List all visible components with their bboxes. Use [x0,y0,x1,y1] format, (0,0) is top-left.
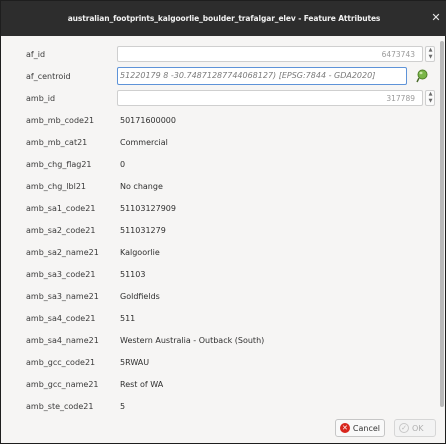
field-label: af_id [26,49,46,59]
field-label: amb_mb_code21 [26,115,95,125]
field-label: amb_gcc_code21 [26,357,96,367]
form-row: amb_sa3_code21 51103 [23,264,439,284]
field-label: amb_sa4_name21 [26,335,99,345]
form-row: amb_sa2_code21 511031279 [23,220,439,240]
field-value: 317789 [386,94,415,103]
af-id-spinbox[interactable]: ▲ ▼ [425,46,435,62]
form-row: amb_mb_cat21 Commercial [23,132,439,152]
field-label: amb_sa3_code21 [26,269,96,279]
close-icon[interactable]: ✕ [431,12,441,23]
af-centroid-input[interactable]: 51220179 8 -30.74871287744068127) [EPSG:… [117,67,407,85]
ok-button[interactable]: ✓ OK [394,419,436,437]
dialog-button-bar: ✕ Cancel ✓ OK [1,415,446,444]
field-label: amb_sa4_code21 [26,313,96,323]
title-bar[interactable]: australian_footprints_kalgoorlie_boulder… [1,1,446,36]
field-value[interactable]: Western Australia - Outback (South) [120,336,264,345]
amb-id-input[interactable]: 317789 [117,90,423,106]
spin-up-icon[interactable]: ▲ [427,47,434,54]
form-row: amb_chg_lbl21 No change [23,176,439,196]
field-label: amb_sa1_code21 [26,203,96,213]
form-row: amb_mb_code21 50171600000 [23,110,439,130]
field-value[interactable]: Commercial [120,138,168,147]
form-row-af-id: af_id 6473743 ▲ ▼ [23,44,439,64]
form-row: amb_sa4_name21 Western Australia - Outba… [23,330,439,350]
scrollbar-thumb[interactable] [440,41,444,407]
field-value: 51220179 8 -30.74871287744068127) [EPSG:… [120,71,376,80]
form-row-af-centroid: af_centroid 51220179 8 -30.7487128774406… [23,66,439,86]
form-row: amb_gcc_code21 5RWAU [23,352,439,372]
field-label: amb_chg_lbl21 [26,181,87,191]
spin-down-icon[interactable]: ▼ [427,54,434,61]
form-row: amb_ste_code21 5 [23,396,439,416]
field-label: amb_gcc_name21 [26,379,99,389]
cancel-button[interactable]: ✕ Cancel [335,419,385,437]
field-value[interactable]: 5 [120,402,125,411]
field-value[interactable]: 51103 [120,270,145,279]
spin-up-icon[interactable]: ▲ [427,91,434,98]
cancel-button-label: Cancel [352,423,380,433]
form-row: amb_sa4_code21 511 [23,308,439,328]
feature-attributes-dialog: australian_footprints_kalgoorlie_boulder… [0,0,446,444]
field-value[interactable]: Rest of WA [120,380,163,389]
form-row: amb_sa1_code21 51103127909 [23,198,439,218]
window-title: australian_footprints_kalgoorlie_boulder… [67,14,381,23]
attribute-form: af_id 6473743 ▲ ▼ af_centroid 51220179 8… [23,41,439,413]
field-label: amb_sa2_name21 [26,247,99,257]
geometry-picker-icon[interactable] [414,68,428,84]
field-label: amb_sa3_name21 [26,291,99,301]
field-label: amb_chg_flag21 [26,159,92,169]
field-value: 6473743 [381,50,415,59]
field-label: amb_sa2_code21 [26,225,96,235]
form-row: amb_sa3_name21 Goldfields [23,286,439,306]
field-value[interactable]: 51103127909 [120,204,176,213]
cancel-icon: ✕ [340,423,350,433]
form-row: amb_sa2_name21 Kalgoorlie [23,242,439,262]
ok-button-label: OK [412,423,424,433]
field-value[interactable]: 50171600000 [120,116,176,125]
field-label: amb_ste_code21 [26,401,94,411]
field-value[interactable]: 0 [120,160,125,169]
field-value[interactable]: 511031279 [120,226,166,235]
form-row: amb_gcc_name21 Rest of WA [23,374,439,394]
field-label: af_centroid [26,71,71,81]
field-label: amb_id [26,93,56,103]
vertical-scrollbar[interactable] [439,41,445,411]
field-value[interactable]: Goldfields [120,292,160,301]
field-value[interactable]: 511 [120,314,135,323]
field-value[interactable]: Kalgoorlie [120,248,160,257]
field-label: amb_mb_cat21 [26,137,88,147]
spin-down-icon[interactable]: ▼ [427,98,434,105]
form-row: amb_chg_flag21 0 [23,154,439,174]
af-id-input[interactable]: 6473743 [117,46,423,62]
field-value[interactable]: No change [120,182,163,191]
form-row-amb-id: amb_id 317789 ▲ ▼ [23,88,439,108]
ok-icon: ✓ [399,423,409,433]
field-value[interactable]: 5RWAU [120,358,149,367]
amb-id-spinbox[interactable]: ▲ ▼ [425,90,435,106]
